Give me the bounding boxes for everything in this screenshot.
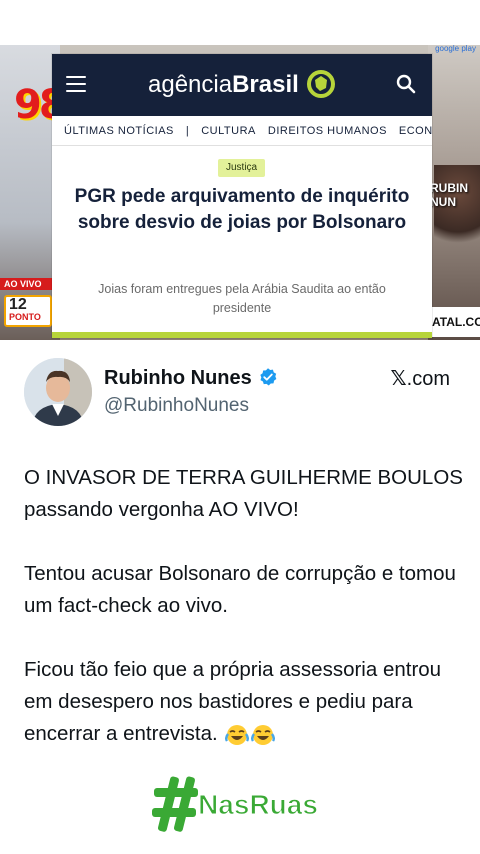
store-badge: google play [435, 45, 476, 53]
category-tag[interactable]: Justiça [218, 159, 266, 177]
laughing-crying-emoji-icon [251, 724, 276, 745]
brazil-map-icon [307, 69, 336, 98]
site-strip: ATAL.COM [428, 307, 480, 337]
author-name-row[interactable]: Rubinho Nunes [104, 366, 278, 390]
avatar[interactable] [24, 358, 92, 426]
hashtag-word: NasRuas [198, 789, 318, 820]
ponto-badge-text: PONTO [9, 312, 41, 322]
guest-silhouette [434, 165, 480, 255]
nav-item-direitos-humanos[interactable]: DIREITOS HUMANOS [268, 125, 387, 137]
x-logo-icon: 𝕏 [390, 366, 407, 390]
x-source-domain: .com [406, 368, 450, 390]
ao-vivo-tag: AO VIVO [0, 278, 52, 290]
tweet-paragraph: O INVASOR DE TERRA GUILHERME BOULOS pass… [24, 466, 463, 521]
accent-bar [52, 332, 432, 338]
tweet-header: Rubinho Nunes @RubinhoNunes 𝕏.com [24, 358, 456, 428]
article-headline[interactable]: PGR pede arquivamento de inquérito sobre… [62, 184, 422, 236]
ponto-badge-number: 12 [9, 296, 27, 313]
tweet-paragraph-last: Ficou tão feio que a própria assessoria … [24, 654, 464, 750]
radio-logo: 98 [14, 82, 67, 128]
verified-badge-icon [260, 367, 277, 385]
tweet-paragraph: Tentou acusar Bolsonaro de corrupção e t… [24, 562, 456, 617]
search-icon[interactable] [396, 74, 416, 94]
section-nav: ÚLTIMAS NOTÍCIAS | CULTURA DIREITOS HUMANOS… [52, 116, 432, 146]
nav-item-cultura[interactable]: CULTURA [201, 125, 256, 137]
tweet-body: O INVASOR DE TERRA GUILHERME BOULOS pass… [24, 462, 464, 782]
news-header: agênciaBrasil [52, 54, 432, 116]
agencia-brasil-logo[interactable]: agênciaBrasil [148, 69, 336, 100]
news-article-card[interactable]: agênciaBrasil ÚLTIMAS NOTÍCIAS | CULTURA DI… [52, 54, 432, 338]
article-subhead: Joias foram entregues pela Arábia Saudit… [98, 282, 386, 315]
hashtag-text: NasRuas [198, 789, 318, 820]
x-source-label[interactable]: 𝕏.com [391, 366, 450, 391]
nav-separator: | [185, 125, 190, 137]
nav-item-economia[interactable]: ECONOMIA [399, 125, 432, 137]
nasruas-hashtag-logo: NasRuas [152, 776, 318, 832]
lower-third-label: RUBIN NUN [430, 181, 468, 209]
author-name: Rubinho Nunes [104, 367, 252, 389]
brand-bold: Brasil [232, 71, 299, 98]
laughing-crying-emoji-icon [225, 724, 250, 745]
brand-light: agência [148, 71, 233, 98]
author-handle[interactable]: @RubinhoNunes [104, 394, 249, 418]
nav-item-ultimas[interactable]: ÚLTIMAS NOTÍCIAS [64, 125, 174, 137]
menu-icon[interactable] [66, 76, 86, 92]
ponto-badge: 12 PONTO [4, 295, 52, 327]
profile-photo-icon [24, 358, 92, 426]
